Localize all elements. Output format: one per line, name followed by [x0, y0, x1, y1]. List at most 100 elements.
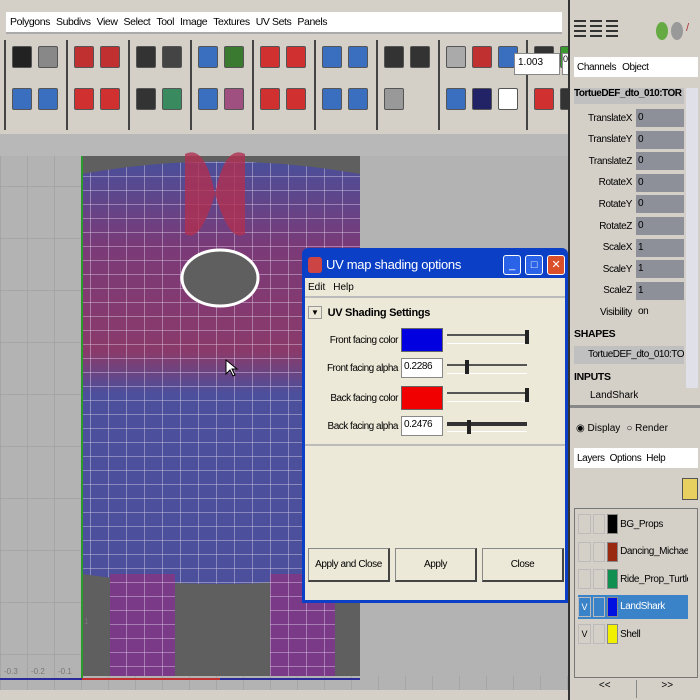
channel-value-field[interactable]: 0 — [636, 109, 684, 127]
flip-u-icon[interactable] — [72, 42, 96, 72]
channel-value-field[interactable]: 0 — [636, 130, 684, 149]
back-color-swatch[interactable] — [401, 386, 443, 410]
back-alpha-field[interactable]: 0.2476 — [401, 416, 443, 436]
attribute-editor-icon[interactable] — [590, 20, 602, 40]
back-alpha-slider[interactable] — [447, 420, 527, 434]
minimize-button[interactable]: _ — [503, 254, 521, 275]
select-uv-icon[interactable] — [10, 84, 34, 114]
rotate-ccw-icon[interactable] — [72, 84, 96, 114]
checker-icon[interactable] — [10, 42, 34, 72]
template-toggle[interactable] — [592, 514, 606, 534]
maximize-button[interactable]: □ — [525, 254, 543, 275]
channel-value-field[interactable]: 0 — [636, 173, 684, 192]
menu-select[interactable]: Select — [124, 16, 151, 28]
input-name[interactable]: LandShark — [590, 390, 638, 398]
menu-textures[interactable]: Textures — [213, 16, 250, 28]
front-alpha-slider[interactable] — [447, 360, 527, 374]
close-window-button[interactable]: ✕ — [547, 254, 565, 275]
brush-icon[interactable]: / — [686, 22, 696, 40]
layer-color-swatch[interactable] — [607, 514, 619, 534]
menu-subdivs[interactable]: Subdivs — [56, 16, 91, 28]
layout-icon[interactable] — [196, 42, 220, 72]
visibility-toggle[interactable] — [578, 569, 591, 589]
close-button[interactable]: Close — [482, 548, 564, 582]
view-grid-3-icon[interactable] — [346, 42, 370, 72]
person-grey-icon[interactable] — [382, 84, 406, 114]
channel-value-field[interactable]: 0 — [636, 217, 684, 235]
checker-cut-icon[interactable] — [134, 42, 158, 72]
front-alpha-field[interactable]: 0.2286 — [401, 358, 443, 378]
channel-value-field[interactable]: 0 — [636, 195, 684, 214]
menu-view[interactable]: View — [97, 16, 118, 28]
template-toggle[interactable] — [592, 624, 606, 644]
back-color-slider[interactable] — [447, 388, 529, 402]
section-header[interactable]: ▼ UV Shading Settings — [308, 306, 430, 319]
channel-value-field[interactable]: 0 — [636, 152, 684, 171]
menu-panels[interactable]: Panels — [297, 16, 327, 28]
move-uv-icon[interactable] — [36, 42, 60, 72]
shape-name[interactable]: TortueDEF_dto_010:TO — [574, 346, 684, 364]
view-grid-4-icon[interactable] — [346, 84, 370, 114]
layer-color-swatch[interactable] — [607, 569, 619, 589]
move-sew-icon[interactable] — [196, 84, 220, 114]
channel-value-field[interactable]: on — [636, 303, 684, 321]
layer-color-swatch[interactable] — [607, 596, 619, 617]
front-color-swatch[interactable] — [401, 328, 443, 352]
template-toggle[interactable] — [592, 596, 606, 617]
image-red-icon[interactable] — [470, 42, 494, 72]
align-bottom-icon[interactable] — [258, 84, 282, 114]
paint-icon[interactable] — [656, 22, 668, 40]
channel-scrollbar[interactable] — [686, 88, 698, 388]
front-color-slider[interactable] — [447, 330, 529, 344]
menu-polygons[interactable]: Polygons — [10, 16, 50, 28]
shaded-uv-icon[interactable] — [444, 84, 468, 114]
view-grid-icon[interactable] — [320, 42, 344, 72]
checker-sew-icon[interactable] — [134, 84, 158, 114]
grid-uv-icon[interactable] — [222, 84, 246, 114]
menu-help[interactable]: Help — [333, 282, 354, 293]
view-grid-2-icon[interactable] — [320, 84, 344, 114]
flip-v-icon[interactable] — [98, 42, 122, 72]
visibility-toggle[interactable] — [578, 514, 591, 534]
apply-and-close-button[interactable]: Apply and Close — [308, 548, 390, 582]
menu-uv-sets[interactable]: UV Sets — [256, 16, 292, 28]
unfold-icon[interactable] — [160, 84, 184, 114]
channel-value-field[interactable]: 1 — [636, 238, 684, 257]
split-icon[interactable] — [160, 42, 184, 72]
layer-color-swatch[interactable] — [607, 624, 619, 644]
visibility-toggle[interactable]: V — [578, 596, 591, 617]
menu-help[interactable]: Help — [646, 453, 665, 464]
relax-icon[interactable] — [222, 42, 246, 72]
visibility-toggle[interactable]: V — [578, 624, 591, 644]
layer-row[interactable]: Dancing_Michael — [578, 540, 688, 564]
align-top-icon[interactable] — [284, 84, 308, 114]
alpha-icon[interactable] — [496, 84, 520, 114]
menu-options[interactable]: Options — [610, 453, 642, 464]
template-toggle[interactable] — [592, 541, 606, 562]
toggle-icon[interactable] — [408, 42, 432, 72]
display-radio[interactable]: ◉ Display — [576, 423, 620, 434]
channel-value-field[interactable]: 1 — [636, 260, 684, 279]
menu-tool[interactable]: Tool — [156, 16, 174, 28]
uv-grid-icon[interactable] — [36, 84, 60, 114]
layer-row[interactable]: Ride_Prop_Turtle_t — [578, 567, 688, 591]
color-channels-icon[interactable] — [470, 84, 494, 114]
image-person-icon[interactable] — [382, 42, 406, 72]
menu-layers[interactable]: Layers — [577, 453, 605, 464]
apply-button[interactable]: Apply — [395, 548, 477, 582]
layer-row[interactable]: V Shell — [578, 622, 688, 646]
tool-settings-icon[interactable] — [606, 20, 618, 40]
menu-edit[interactable]: Edit — [308, 282, 325, 293]
menu-object[interactable]: Object — [622, 62, 649, 73]
menu-channels[interactable]: Channels — [577, 62, 616, 73]
template-toggle[interactable] — [592, 569, 606, 589]
refresh-icon[interactable] — [532, 84, 556, 114]
render-radio[interactable]: ○ Render — [626, 423, 668, 434]
channel-box-icon[interactable] — [574, 20, 586, 40]
dialog-titlebar[interactable]: UV map shading options _ □ ✕ — [305, 251, 565, 278]
rotate-cw-icon[interactable] — [98, 84, 122, 114]
collapse-arrow-icon[interactable]: ▼ — [308, 306, 322, 319]
channel-value-field[interactable]: 1 — [636, 281, 684, 300]
object-name[interactable]: TortueDEF_dto_010:TOR — [574, 88, 684, 104]
sphere-icon[interactable] — [671, 22, 683, 40]
